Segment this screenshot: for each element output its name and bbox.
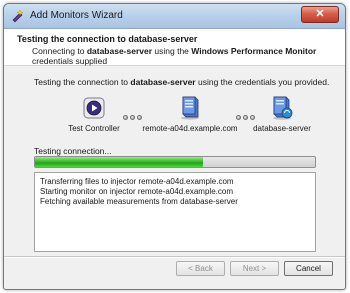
- page-title: Testing the connection to database-serve…: [17, 34, 198, 44]
- page-description: Connecting to database-server using the …: [32, 46, 332, 66]
- log-line: Fetching available measurements from dat…: [40, 197, 238, 206]
- desc-text: Connecting to: [32, 46, 87, 56]
- dot-icon: [250, 115, 255, 120]
- progress-bar: [34, 156, 316, 168]
- log-box[interactable]: Transferring files to injector remote-a0…: [34, 172, 316, 252]
- node-test-controller: Test Controller: [68, 96, 120, 133]
- dot-icon: [123, 115, 128, 120]
- progress-fill: [35, 157, 203, 167]
- log-line: Starting monitor on injector remote-a04d…: [40, 187, 233, 196]
- wizard-header: Testing the connection to database-serve…: [4, 29, 345, 66]
- log-line: Transferring files to injector remote-a0…: [40, 177, 234, 186]
- node-label: Test Controller: [68, 124, 120, 133]
- testing-server: database-server: [130, 77, 196, 87]
- testing-text: using the credentials you provided.: [195, 77, 330, 87]
- close-button[interactable]: ✕: [301, 6, 339, 23]
- desc-server: database-server: [86, 46, 153, 56]
- database-server-icon: [273, 96, 293, 120]
- dot-icon: [243, 115, 248, 120]
- dot-icon: [137, 115, 142, 120]
- close-icon: ✕: [315, 8, 325, 20]
- cancel-button[interactable]: Cancel: [284, 261, 333, 276]
- connector-dots: [123, 112, 144, 122]
- wizard-icon: [12, 9, 24, 23]
- dot-icon: [236, 115, 241, 120]
- node-label: database-server: [253, 124, 311, 133]
- dot-icon: [130, 115, 135, 120]
- title-bar: Add Monitors Wizard ✕: [4, 4, 345, 29]
- desc-monitor: Windows Performance Monitor: [191, 46, 317, 56]
- footer-divider: [4, 256, 345, 258]
- wizard-window: Add Monitors Wizard ✕ Testing the connec…: [3, 3, 346, 290]
- testing-text: Testing the connection to: [34, 77, 131, 87]
- status-text: Testing connection...: [34, 146, 112, 156]
- node-database-server: database-server: [253, 94, 311, 133]
- play-icon: [83, 97, 105, 119]
- server-icon: [181, 96, 199, 120]
- node-label: remote-a04d.example.com: [142, 124, 238, 133]
- desc-text: credentials supplied: [32, 56, 108, 66]
- desc-text: using the: [152, 46, 192, 56]
- testing-message: Testing the connection to database-serve…: [34, 77, 329, 87]
- window-title: Add Monitors Wizard: [30, 10, 123, 21]
- back-button[interactable]: < Back: [176, 261, 225, 276]
- connector-dots: [236, 112, 257, 122]
- next-button[interactable]: Next >: [230, 261, 279, 276]
- node-injector: remote-a04d.example.com: [142, 94, 238, 133]
